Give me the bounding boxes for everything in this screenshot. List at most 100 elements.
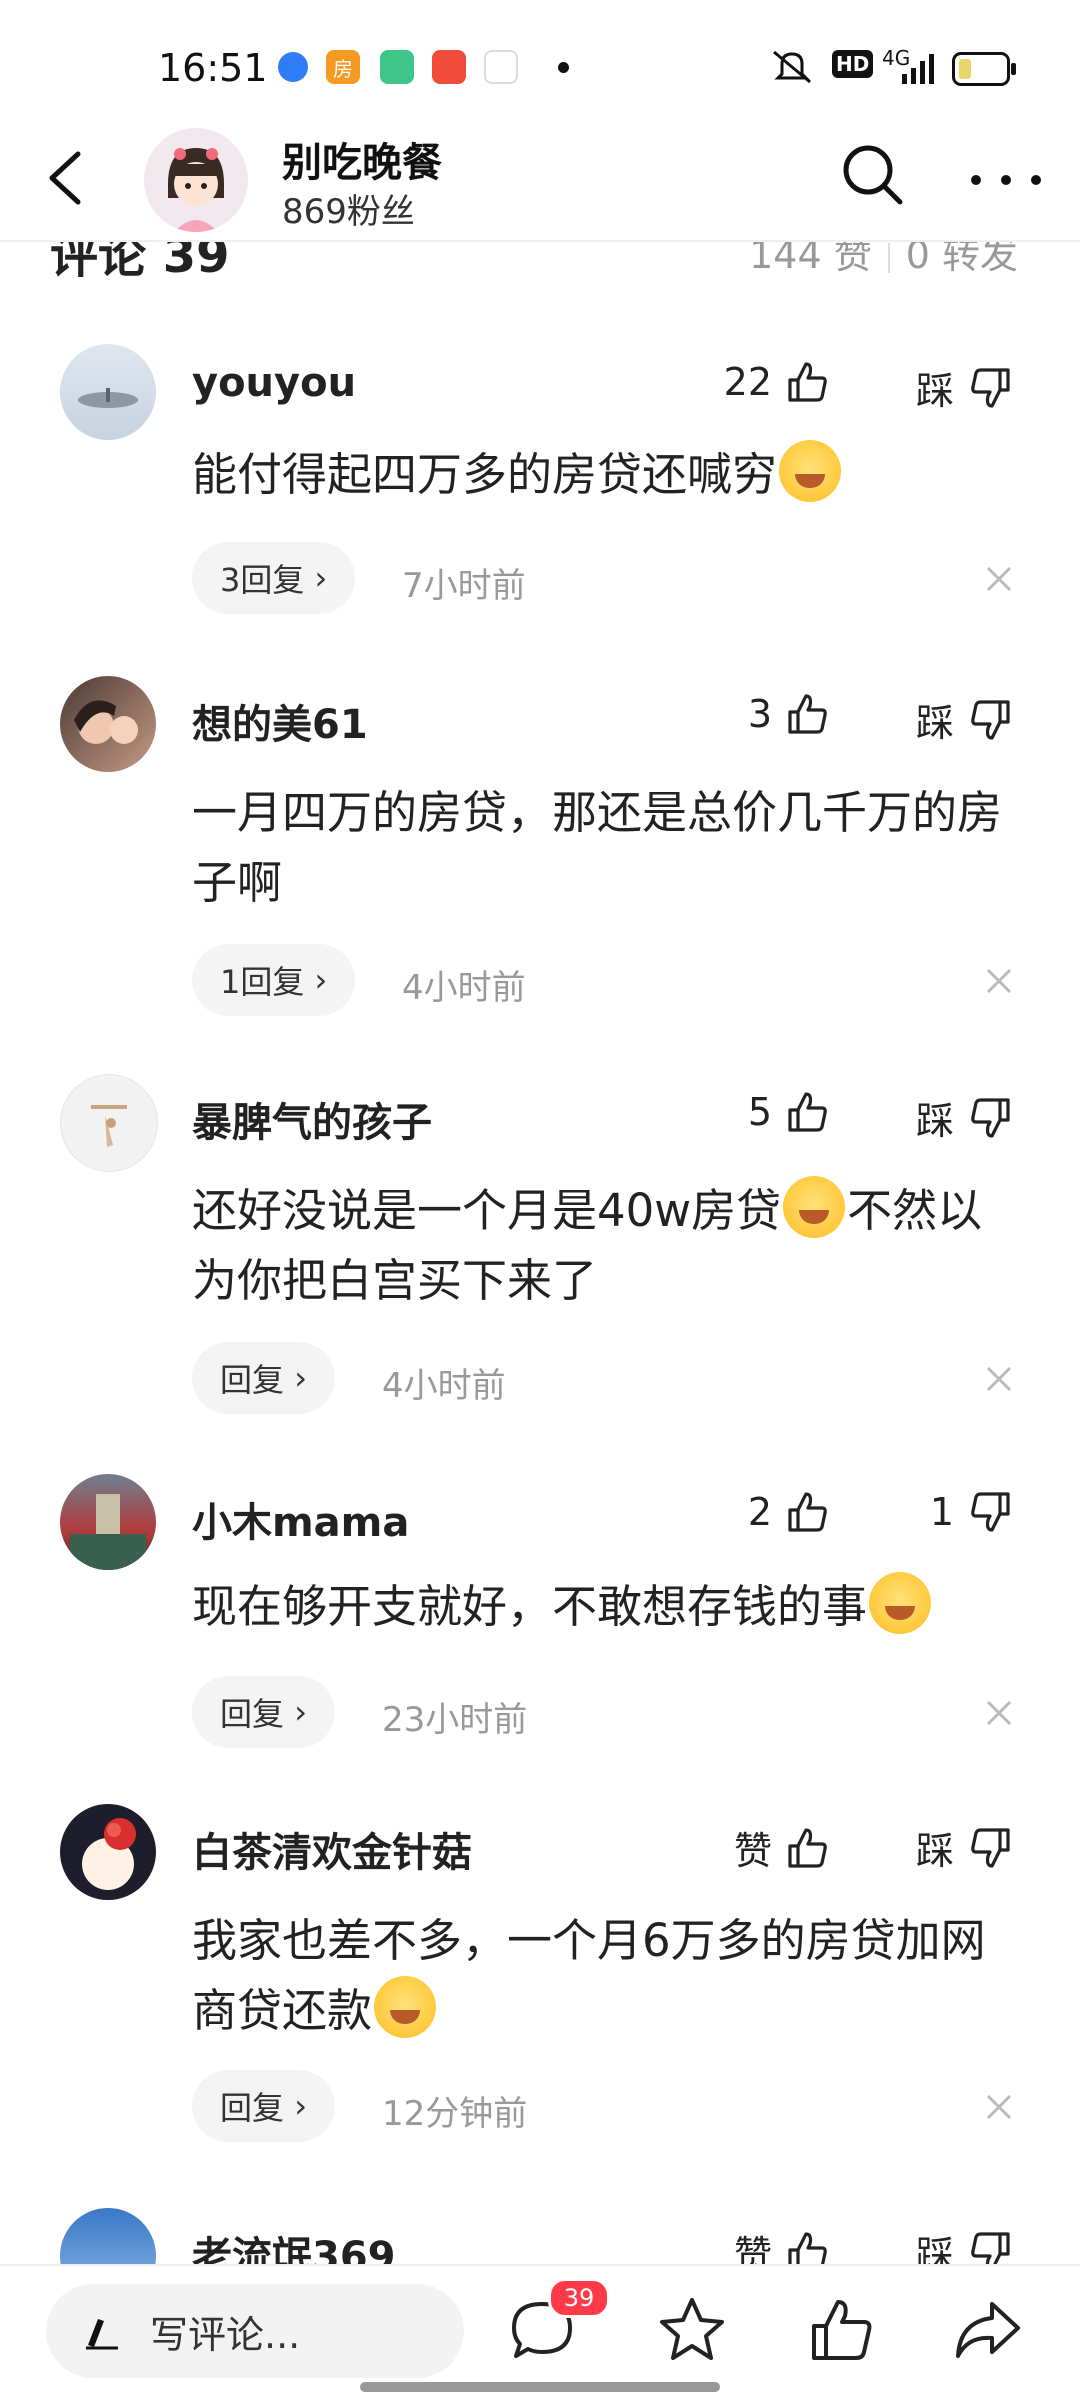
thumb-up-icon	[788, 1092, 827, 1132]
chevron-right-icon: ›	[294, 2087, 307, 2125]
thumb-down-icon	[971, 367, 1010, 408]
cry-emoji-icon	[374, 1976, 437, 2038]
dislike-button[interactable]: 踩	[916, 2224, 1012, 2264]
comment-time: 4小时前	[382, 1366, 506, 1406]
thumb-up-icon	[788, 2231, 827, 2264]
close-icon[interactable]	[984, 1364, 1014, 1394]
comment-username[interactable]: 暴脾气的孩子	[192, 1090, 432, 1148]
dislike-label: 踩	[915, 1099, 954, 1143]
thumb-down-icon	[971, 2231, 1010, 2264]
like-button[interactable]: 赞	[734, 2224, 830, 2264]
user-avatar[interactable]	[60, 676, 156, 772]
thumb-up-icon	[788, 1492, 827, 1532]
like-button[interactable]: 赞	[734, 1820, 830, 1875]
comment-username[interactable]: youyou	[192, 360, 356, 406]
sob-emoji-icon	[779, 440, 842, 502]
comment-item: 老流氓369 赞 踩	[0, 2208, 1080, 2264]
battery-icon	[952, 52, 1016, 86]
like-button[interactable]: 2	[748, 1490, 830, 1534]
fans-count: 869粉丝	[282, 192, 415, 232]
thumb-up-icon[interactable]	[806, 2294, 878, 2366]
reply-button[interactable]: 回复 ›	[192, 1676, 335, 1748]
status-bar: 16:51 房 HD 4G	[0, 0, 1080, 120]
comment-item: 想的美61 3 踩 一月四万的房贷，那还是总价几千万的房子啊 1回复 › 4小时…	[0, 676, 1080, 1036]
status-more-dot	[558, 62, 569, 73]
share-arrow-icon[interactable]	[952, 2294, 1024, 2366]
app-icon-green	[380, 50, 414, 84]
dislike-button[interactable]: 踩	[916, 1820, 1012, 1875]
reply-label: 回复	[220, 1695, 285, 1733]
thumb-down-icon	[971, 1492, 1010, 1532]
dislike-button[interactable]: 1	[930, 1490, 1012, 1534]
user-avatar[interactable]	[60, 1474, 156, 1570]
reply-count-button[interactable]: 1回复 ›	[192, 944, 356, 1016]
user-avatar[interactable]	[60, 344, 156, 440]
comment-time: 12分钟前	[382, 2094, 528, 2134]
more-options-icon[interactable]	[966, 170, 1046, 190]
app-icon-map	[484, 50, 518, 84]
user-avatar[interactable]	[60, 2208, 156, 2264]
thumb-down-icon	[971, 1827, 1010, 1868]
account-name[interactable]: 别吃晚餐	[282, 130, 442, 188]
like-count: 22	[723, 360, 772, 404]
comment-text: 一月四万的房贷，那还是总价几千万的房子啊	[192, 786, 1003, 909]
account-avatar[interactable]	[144, 128, 248, 232]
close-icon[interactable]	[984, 2092, 1014, 2122]
like-button[interactable]: 3	[748, 692, 830, 736]
reply-count: 1回复	[220, 963, 305, 1001]
like-label: 赞	[733, 2233, 772, 2264]
user-avatar[interactable]	[60, 1074, 158, 1172]
like-button[interactable]: 5	[748, 1090, 830, 1134]
dislike-label: 踩	[915, 701, 954, 745]
star-icon[interactable]	[656, 2294, 728, 2366]
comment-item: 暴脾气的孩子 5 踩 还好没说是一个月是40w房贷 不然以为你把白宫买下来了 回复…	[0, 1074, 1080, 1434]
chevron-right-icon: ›	[314, 961, 328, 999]
home-indicator[interactable]	[360, 2382, 720, 2392]
thumb-up-icon	[788, 362, 827, 402]
signal-icon	[902, 54, 934, 84]
comment-count-badge: 39	[548, 2278, 610, 2318]
reply-label: 回复	[220, 1361, 285, 1399]
like-button[interactable]: 22	[724, 360, 830, 404]
close-icon[interactable]	[984, 966, 1014, 996]
back-arrow-icon[interactable]	[40, 148, 100, 208]
comment-username[interactable]: 小木mama	[192, 1490, 409, 1548]
dislike-count: 1	[929, 1490, 954, 1534]
search-icon[interactable]	[838, 140, 908, 210]
status-time: 16:51	[158, 46, 268, 90]
chevron-right-icon: ›	[314, 559, 328, 597]
comment-item: 白茶清欢金针菇 赞 踩 我家也差不多，一个月6万多的房贷加网商贷还款 回复 › …	[0, 1804, 1080, 2164]
reply-count-button[interactable]: 3回复 ›	[192, 542, 356, 614]
write-comment-input[interactable]: 写评论...	[46, 2284, 464, 2378]
comment-body: 我家也差不多，一个月6万多的房贷加网商贷还款	[192, 1914, 986, 2037]
close-icon[interactable]	[984, 1698, 1014, 1728]
dislike-button[interactable]: 踩	[916, 360, 1012, 415]
stats-divider	[887, 242, 890, 273]
pen-icon	[86, 2319, 118, 2350]
mute-bell-icon	[773, 50, 811, 84]
user-avatar[interactable]	[60, 1804, 156, 1900]
dislike-button[interactable]: 踩	[916, 1090, 1012, 1145]
comment-body: 能付得起四万多的房贷还喊穷	[192, 448, 778, 501]
comment-username[interactable]: 老流氓369	[192, 2224, 396, 2264]
comment-username[interactable]: 白茶清欢金针菇	[192, 1820, 472, 1878]
reply-button[interactable]: 回复 ›	[192, 2070, 335, 2142]
reply-button[interactable]: 回复 ›	[192, 1342, 335, 1414]
thumb-up-icon	[788, 1827, 827, 1868]
hd-icon: HD	[832, 50, 874, 78]
comment-text: 能付得起四万多的房贷还喊穷	[192, 440, 1022, 510]
app-icon-video	[432, 50, 466, 84]
like-count: 5	[747, 1090, 772, 1134]
comment-text: 现在够开支就好，不敢想存钱的事	[192, 1572, 1022, 1642]
comment-item: youyou 22 踩 能付得起四万多的房贷还喊穷 3回复 › 7小时前	[0, 344, 1080, 644]
dislike-label: 踩	[915, 2233, 954, 2264]
app-icon-house: 房	[326, 50, 360, 84]
comment-time: 4小时前	[402, 968, 526, 1008]
comment-time: 7小时前	[402, 566, 526, 606]
dislike-button[interactable]: 踩	[916, 692, 1012, 747]
reply-count: 3回复	[220, 561, 305, 599]
write-comment-placeholder: 写评论...	[150, 2312, 301, 2357]
comment-body-start: 还好没说是一个月是40w房贷	[192, 1184, 782, 1237]
comment-username[interactable]: 想的美61	[192, 692, 368, 750]
close-icon[interactable]	[984, 564, 1014, 594]
